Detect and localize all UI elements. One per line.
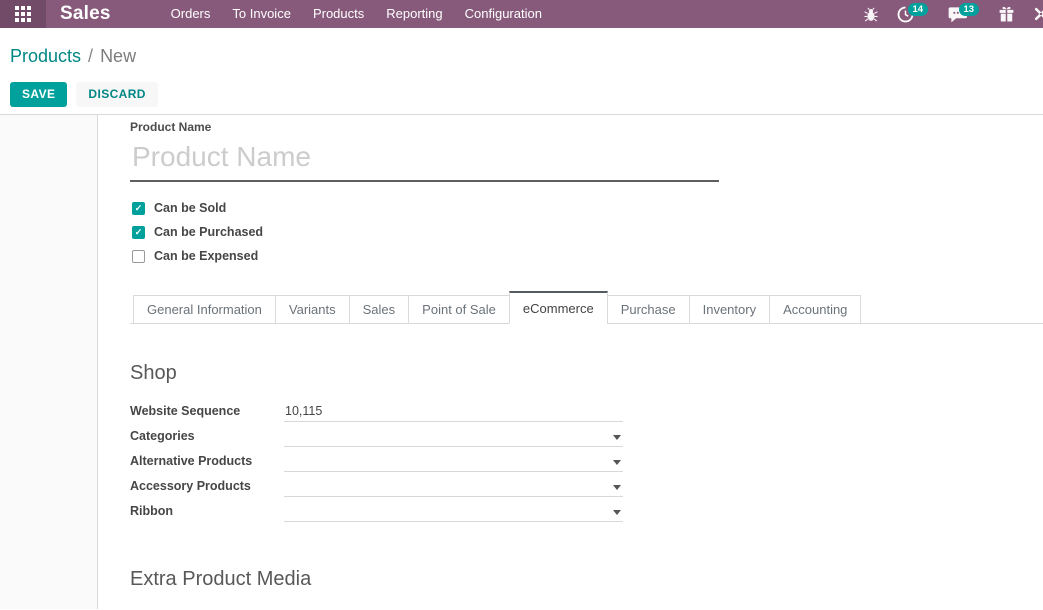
tab-ecommerce[interactable]: eCommerce (509, 291, 608, 324)
checkbox-row-can-be-expensed: Can be Expensed (130, 244, 1043, 268)
product-name-input[interactable] (130, 136, 719, 182)
chevron-down-icon[interactable] (613, 435, 621, 440)
support-tools-button[interactable] (1032, 5, 1043, 23)
app-menu: Orders To Invoice Products Reporting Con… (160, 0, 553, 28)
app-title[interactable]: Sales (60, 3, 111, 25)
tab-point-of-sale[interactable]: Point of Sale (408, 295, 510, 324)
can-be-purchased-label: Can be Purchased (154, 225, 263, 239)
message-count-badge: 13 (959, 3, 979, 16)
tab-general-information[interactable]: General Information (133, 295, 276, 324)
bug-icon (863, 6, 879, 23)
breadcrumb: Products / New (10, 44, 1043, 68)
categories-label: Categories (130, 429, 284, 447)
accessory-products-label: Accessory Products (130, 479, 284, 497)
can-be-sold-label: Can be Sold (154, 201, 226, 215)
accessory-products-input[interactable] (284, 480, 623, 497)
website-sequence-label: Website Sequence (130, 404, 284, 422)
field-row-accessory-products: Accessory Products (130, 472, 1043, 497)
debug-menu-button[interactable] (863, 6, 879, 23)
top-navbar: Sales Orders To Invoice Products Reporti… (0, 0, 1043, 28)
control-panel: Products / New SAVE DISCARD (0, 28, 1043, 114)
gift-icon (998, 6, 1015, 23)
apps-menu-button[interactable] (0, 0, 46, 28)
activity-count-badge: 14 (908, 3, 928, 16)
menu-orders[interactable]: Orders (160, 0, 222, 28)
alternative-products-label: Alternative Products (130, 454, 284, 472)
notebook-tabs: General Information Variants Sales Point… (130, 291, 1043, 324)
tab-sales[interactable]: Sales (349, 295, 410, 324)
website-sequence-input[interactable]: 10,115 (284, 404, 623, 422)
checkbox-row-can-be-purchased: Can be Purchased (130, 220, 1043, 244)
can-be-expensed-label: Can be Expensed (154, 249, 258, 263)
field-row-ribbon: Ribbon (130, 497, 1043, 522)
tab-page-ecommerce: Shop Website Sequence 10,115 Categories (130, 362, 1043, 610)
messages-menu-button[interactable]: 13 (948, 6, 968, 23)
action-buttons: SAVE DISCARD (10, 82, 1043, 107)
field-row-categories: Categories (130, 422, 1043, 447)
ribbon-input[interactable] (284, 505, 623, 522)
save-button[interactable]: SAVE (10, 82, 67, 107)
can-be-expensed-checkbox[interactable] (132, 250, 145, 263)
tab-variants[interactable]: Variants (275, 295, 350, 324)
chevron-down-icon[interactable] (613, 460, 621, 465)
chevron-down-icon[interactable] (613, 485, 621, 490)
can-be-purchased-checkbox[interactable] (132, 226, 145, 239)
discard-button[interactable]: DISCARD (76, 82, 157, 107)
shop-fields: Website Sequence 10,115 Categories Alter… (130, 397, 1043, 522)
product-name-label: Product Name (130, 120, 211, 134)
activities-menu-button[interactable]: 14 (897, 6, 914, 23)
breadcrumb-products-link[interactable]: Products (10, 46, 81, 66)
menu-to-invoice[interactable]: To Invoice (221, 0, 302, 28)
rewards-button[interactable] (998, 6, 1015, 23)
menu-configuration[interactable]: Configuration (454, 0, 553, 28)
chevron-down-icon[interactable] (613, 510, 621, 515)
tab-accounting[interactable]: Accounting (769, 295, 861, 324)
checkbox-row-can-be-sold: Can be Sold (130, 196, 1043, 220)
shop-section-title: Shop (130, 362, 1043, 385)
alternative-products-input[interactable] (284, 455, 623, 472)
tab-purchase[interactable]: Purchase (607, 295, 690, 324)
tab-inventory[interactable]: Inventory (689, 295, 770, 324)
field-row-alternative-products: Alternative Products (130, 447, 1043, 472)
menu-reporting[interactable]: Reporting (375, 0, 453, 28)
form-sheet: Product Name Can be Sold Can be Purchase… (97, 115, 1043, 609)
website-sequence-value: 10,115 (285, 404, 322, 418)
breadcrumb-separator: / (88, 46, 93, 66)
menu-products[interactable]: Products (302, 0, 375, 28)
categories-input[interactable] (284, 430, 623, 447)
form-view: Product Name Can be Sold Can be Purchase… (0, 114, 1043, 609)
extra-media-section-title: Extra Product Media (130, 568, 1043, 591)
ribbon-label: Ribbon (130, 504, 284, 522)
field-row-website-sequence: Website Sequence 10,115 (130, 397, 1043, 422)
apps-grid-icon (15, 6, 31, 22)
systray: 14 13 (863, 5, 1043, 23)
product-flags: Can be Sold Can be Purchased Can be Expe… (130, 196, 1043, 268)
breadcrumb-current: New (100, 46, 136, 66)
can-be-sold-checkbox[interactable] (132, 202, 145, 215)
tools-icon (1032, 5, 1043, 23)
sheet-margin (0, 115, 97, 609)
